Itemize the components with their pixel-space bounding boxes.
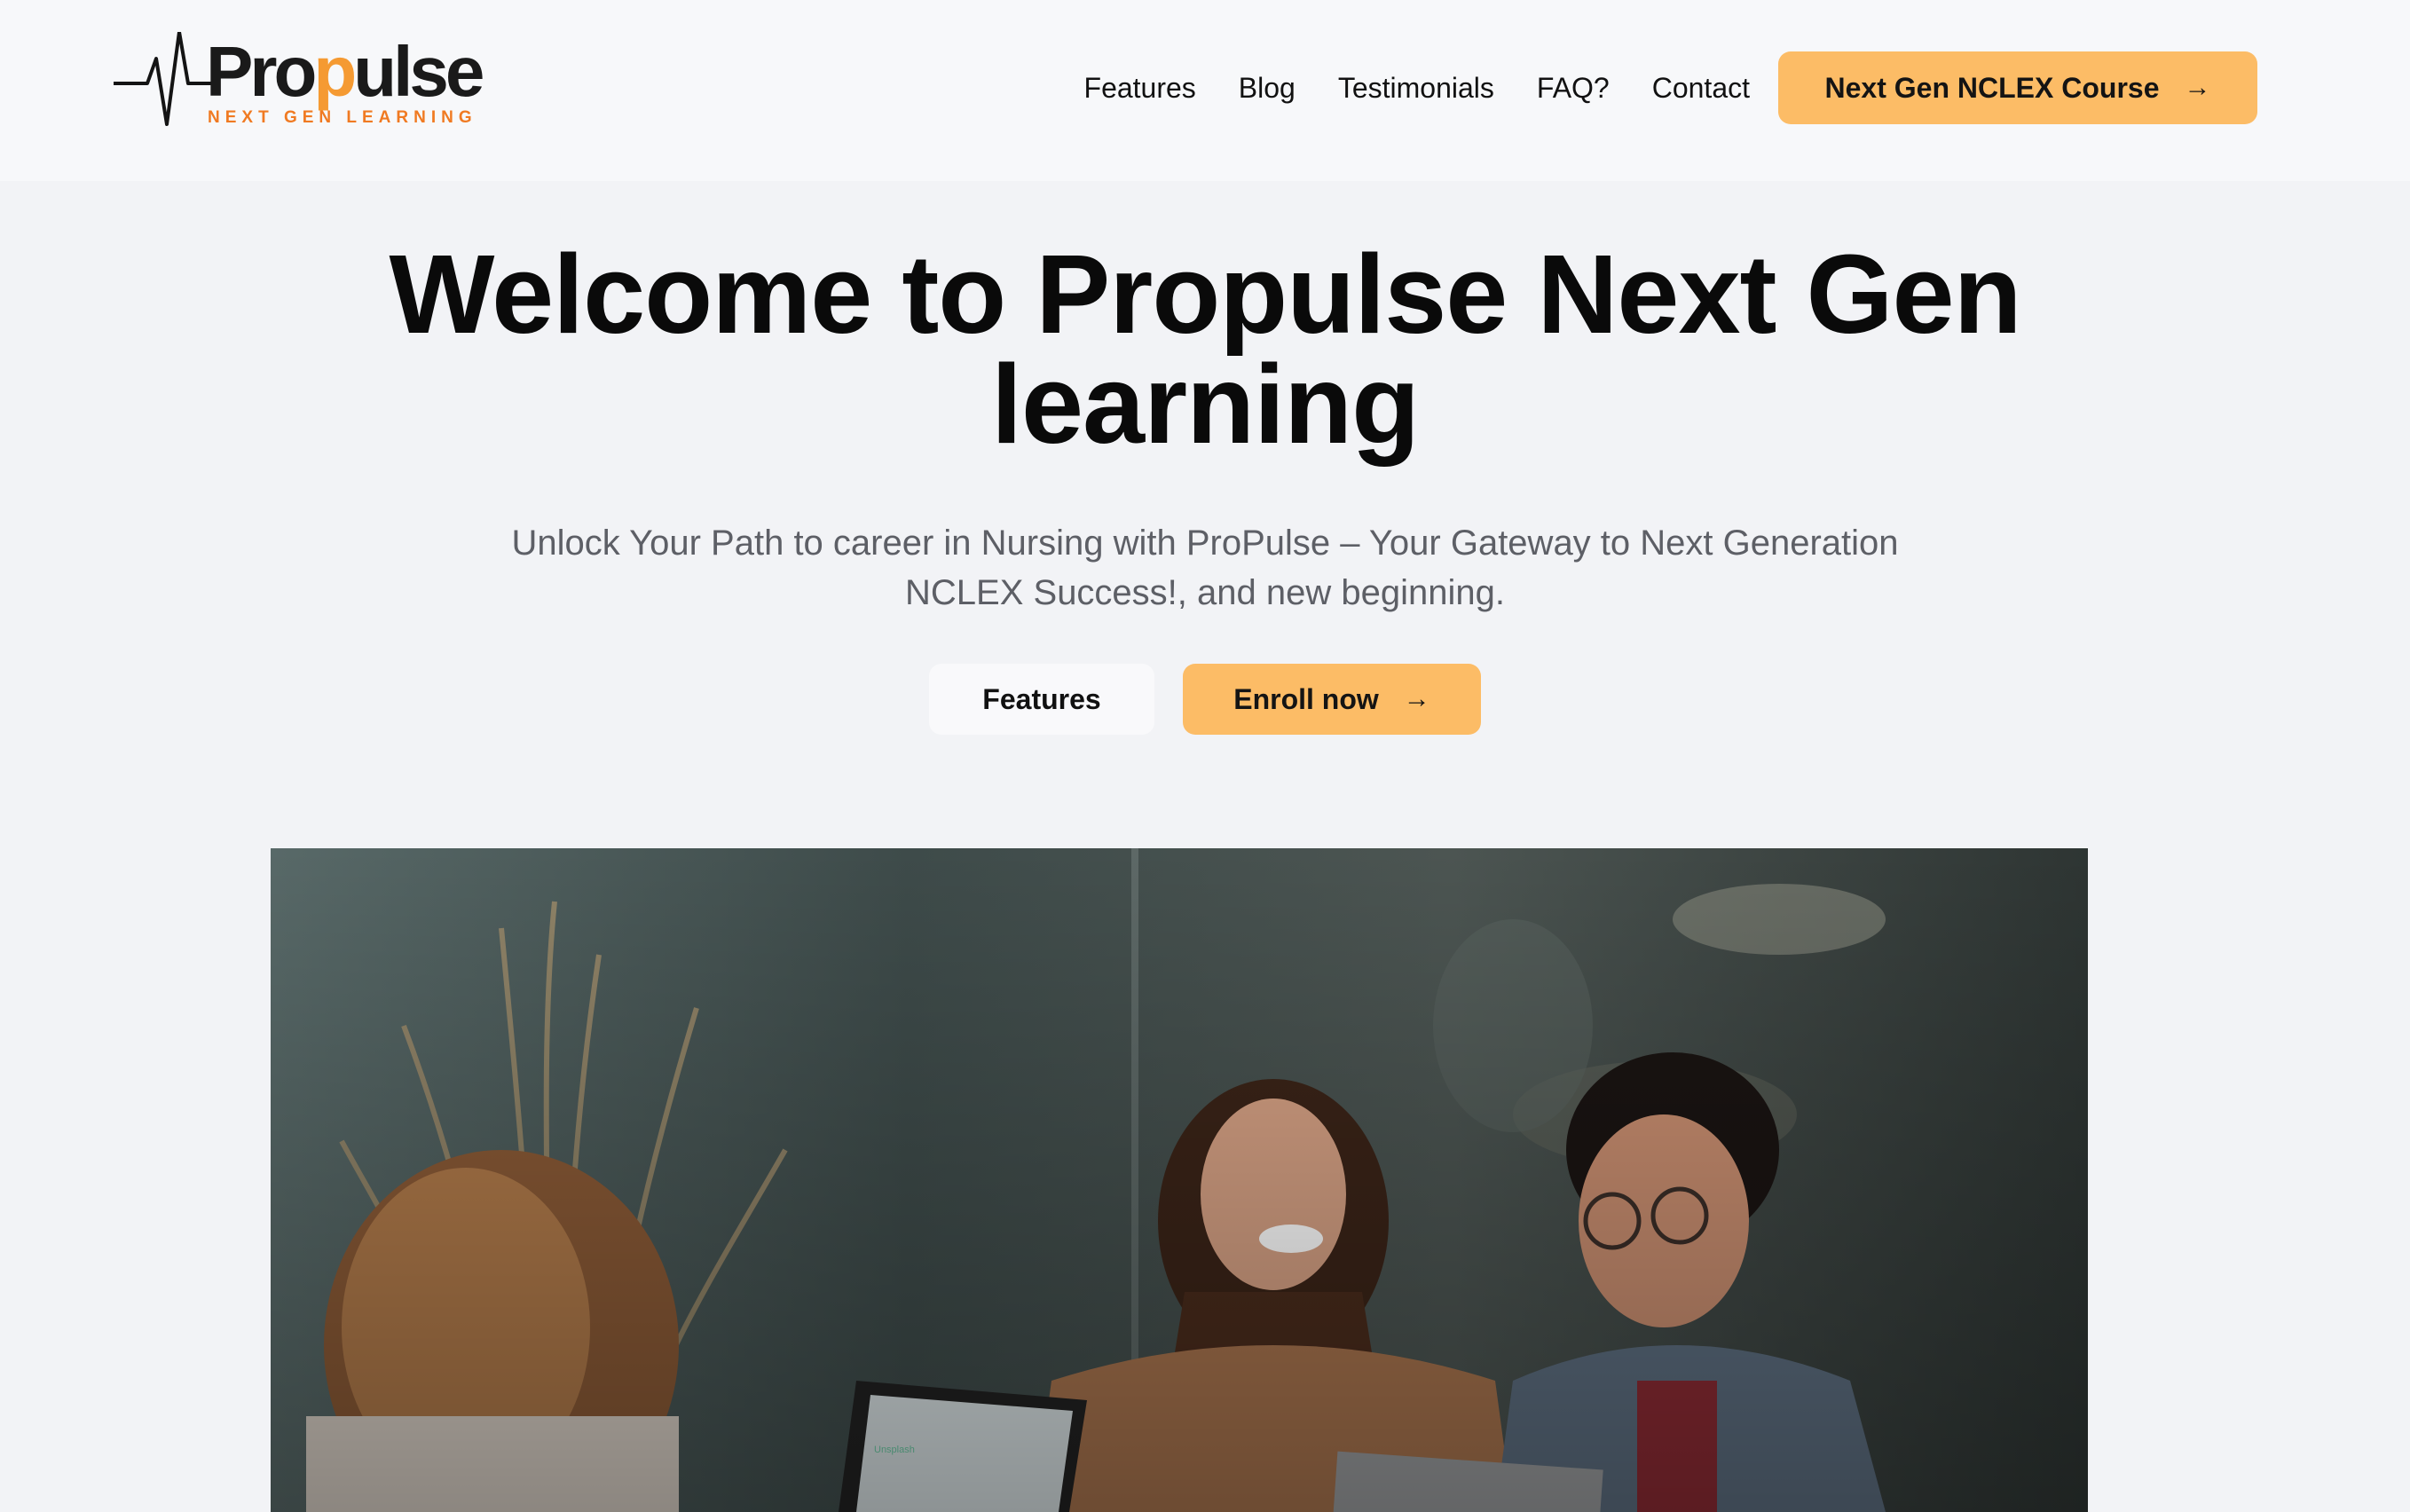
propulse-logo[interactable]: Propulse NEXT GEN LEARNING	[114, 32, 484, 137]
nav-link-features[interactable]: Features	[1084, 72, 1196, 105]
image-watermark: Unsplash	[874, 1445, 915, 1455]
students-laughing-image	[271, 848, 2088, 1512]
nav-link-faq[interactable]: FAQ?	[1537, 72, 1610, 105]
nav-link-contact[interactable]: Contact	[1652, 72, 1750, 105]
nav-link-testimonials[interactable]: Testimonials	[1338, 72, 1494, 105]
hero-photo: Unsplash	[271, 848, 2088, 1512]
logo-wordmark: Propulse	[206, 32, 484, 111]
arrow-right-icon: →	[1403, 684, 1430, 713]
arrow-right-icon: →	[2184, 73, 2211, 102]
hero-subtitle: Unlock Your Path to career in Nursing wi…	[511, 524, 1899, 612]
heartbeat-logo-icon	[114, 32, 211, 126]
site-header: Propulse NEXT GEN LEARNING Features Blog…	[0, 0, 2410, 181]
hero-actions: Features Enroll now →	[0, 664, 2410, 735]
hero-title: Welcome to Propulse Next Gen learning	[389, 232, 2021, 467]
enroll-now-button[interactable]: Enroll now →	[1183, 664, 1481, 735]
nclex-course-label: Next Gen NCLEX Course	[1824, 71, 2160, 104]
enroll-now-label: Enroll now	[1233, 682, 1379, 715]
logo-tagline: NEXT GEN LEARNING	[208, 108, 477, 127]
nav-link-blog[interactable]: Blog	[1239, 72, 1296, 105]
nclex-course-button[interactable]: Next Gen NCLEX Course →	[1778, 51, 2257, 124]
main-nav: Features Blog Testimonials FAQ? Contact …	[1084, 51, 2257, 124]
features-button[interactable]: Features	[929, 664, 1154, 735]
